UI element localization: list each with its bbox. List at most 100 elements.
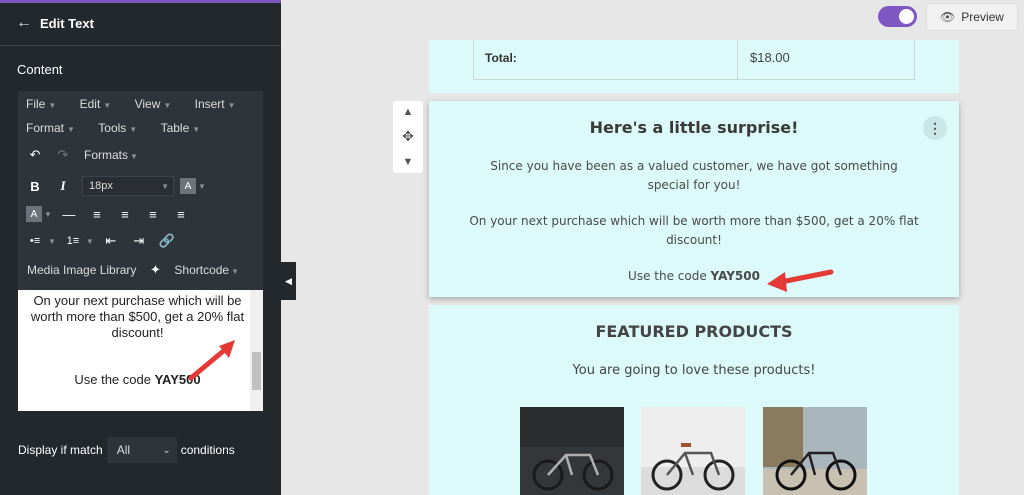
- font-size-select[interactable]: 18px ▼: [82, 176, 174, 196]
- italic-icon[interactable]: I: [52, 175, 74, 197]
- menu-table-label: Table: [160, 121, 190, 135]
- chevron-down-icon: ▼: [130, 152, 138, 161]
- menu-file[interactable]: File ▼: [26, 93, 66, 117]
- link-icon[interactable]: 🔗: [156, 230, 178, 252]
- menu-tools-label: Tools: [98, 121, 127, 135]
- chevron-down-icon: ▼: [163, 101, 172, 110]
- surprise-title: Here's a little surprise!: [589, 118, 799, 137]
- panel-title: Edit Text: [40, 15, 94, 31]
- menu-insert[interactable]: Insert ▼: [195, 93, 246, 117]
- align-justify-icon[interactable]: ≡: [170, 203, 192, 225]
- shortcode-dropdown[interactable]: Shortcode ▼: [174, 263, 239, 277]
- toolbar-row-align: A ▼ — ≡ ≡ ≡ ≡: [18, 201, 263, 227]
- chevron-down-icon: ▼: [161, 181, 169, 191]
- toggle-knob: [899, 9, 914, 24]
- drag-handle-icon[interactable]: ✥: [402, 128, 414, 145]
- chevron-down-icon: ▼: [103, 101, 112, 110]
- condition-select[interactable]: All ⌄: [106, 437, 177, 463]
- move-down-icon[interactable]: ▼: [403, 156, 414, 168]
- horizontal-rule-icon[interactable]: —: [58, 203, 80, 225]
- coupon-code-text: YAY500: [710, 269, 760, 283]
- indent-icon[interactable]: ⇥: [128, 230, 150, 252]
- media-library-button[interactable]: Media Image Library: [27, 263, 136, 277]
- chevron-down-icon: ⌄: [162, 444, 171, 456]
- align-right-icon[interactable]: ≡: [142, 203, 164, 225]
- surprise-text-block[interactable]: Here's a little surprise! ⋮ Since you ha…: [429, 101, 959, 297]
- eye-icon: 👁: [940, 10, 956, 24]
- chevron-down-icon: ▼: [192, 125, 201, 134]
- code-prefix-text: Use the code: [74, 372, 155, 387]
- condition-suffix: conditions: [180, 443, 235, 457]
- menu-tools[interactable]: Tools ▼: [98, 117, 147, 141]
- condition-value: All: [116, 443, 131, 457]
- featured-title: FEATURED PRODUCTS: [595, 322, 793, 341]
- shortcode-label: Shortcode: [174, 263, 230, 277]
- surprise-line-1: Since you have been as a valued customer…: [490, 159, 898, 192]
- fullscreen-icon[interactable]: ✦: [144, 259, 166, 281]
- chevron-down-icon: ▼: [227, 101, 236, 110]
- preview-toggle-switch[interactable]: [878, 6, 917, 27]
- menu-edit-label: Edit: [79, 97, 101, 111]
- total-table: Total: $18.00: [473, 40, 915, 80]
- display-condition: Display if match All ⌄ conditions: [18, 437, 235, 463]
- surprise-line-2: On your next purchase which will be wort…: [469, 214, 919, 247]
- bicycle-image: [520, 407, 624, 495]
- align-left-icon[interactable]: ≡: [86, 203, 108, 225]
- editor-paragraph: On your next purchase which will be wort…: [30, 293, 245, 340]
- toolbar-row-media: Media Image Library ✦ Shortcode ▼: [18, 257, 263, 283]
- collapse-panel-toggle[interactable]: ◀: [281, 262, 296, 300]
- redo-icon[interactable]: ↷: [52, 144, 74, 166]
- bicycle-image: [763, 407, 867, 495]
- back-arrow-icon[interactable]: ←: [16, 14, 32, 32]
- menu-insert-label: Insert: [194, 97, 225, 111]
- total-value: $18.00: [750, 50, 790, 65]
- move-up-icon[interactable]: ▲: [403, 106, 414, 118]
- text-color-icon[interactable]: A: [180, 178, 196, 194]
- preview-label: Preview: [961, 10, 1004, 24]
- preview-button[interactable]: 👁 Preview: [926, 3, 1018, 31]
- outdent-icon[interactable]: ⇤: [100, 230, 122, 252]
- formats-dropdown[interactable]: Formats ▼: [84, 148, 138, 162]
- menu-table[interactable]: Table ▼: [161, 117, 211, 141]
- chevron-down-icon[interactable]: ▼: [198, 182, 206, 191]
- menu-format[interactable]: Format ▼: [26, 117, 85, 141]
- undo-icon[interactable]: ↶: [24, 144, 46, 166]
- bullet-list-icon[interactable]: •≡: [24, 230, 46, 252]
- product-image-1[interactable]: [520, 407, 624, 495]
- caret-left-icon: ◀: [285, 275, 292, 286]
- product-image-2[interactable]: [641, 407, 745, 495]
- editor-sidebar: ← Edit Text Content File ▼ Edit ▼ View ▼ In…: [0, 0, 281, 495]
- bold-icon[interactable]: B: [24, 175, 46, 197]
- featured-products-block[interactable]: FEATURED PRODUCTS You are going to love …: [429, 305, 959, 495]
- code-prefix-text: Use the code: [628, 269, 711, 283]
- toolbar-row-history: ↶ ↷ Formats ▼: [18, 142, 263, 168]
- numbered-list-icon[interactable]: 1≡: [62, 230, 84, 252]
- menu-view[interactable]: View ▼: [135, 93, 182, 117]
- align-center-icon[interactable]: ≡: [114, 203, 136, 225]
- chevron-down-icon: ▼: [67, 125, 75, 134]
- chevron-down-icon: ▼: [129, 125, 138, 134]
- chevron-down-icon[interactable]: ▼: [48, 237, 56, 246]
- more-options-icon[interactable]: ⋮: [923, 116, 947, 140]
- menu-edit[interactable]: Edit ▼: [80, 93, 122, 117]
- annotation-arrow-email: [767, 269, 834, 292]
- toolbar-row-font: B I 18px ▼ A ▼: [18, 173, 263, 199]
- chevron-down-icon[interactable]: ▼: [44, 210, 52, 219]
- editor-scrollbar[interactable]: [250, 290, 263, 411]
- chevron-down-icon: ▼: [231, 267, 240, 276]
- chevron-down-icon[interactable]: ▼: [86, 237, 94, 246]
- menu-view-label: View: [134, 97, 161, 111]
- bicycle-image: [641, 407, 745, 495]
- featured-subtitle: You are going to love these products!: [572, 363, 816, 378]
- rich-text-editor: File ▼ Edit ▼ View ▼ Insert ▼ Format ▼ Tools ▼…: [18, 91, 263, 411]
- order-total-block[interactable]: Total: $18.00: [429, 40, 959, 93]
- toolbar-row-lists: •≡ ▼ 1≡ ▼ ⇤ ⇥ 🔗: [18, 228, 263, 254]
- condition-prefix: Display if match: [18, 443, 103, 457]
- menu-file-label: File: [26, 97, 46, 111]
- editor-menubar: File ▼ Edit ▼ View ▼ Insert ▼ Format ▼ Tools ▼…: [18, 91, 263, 141]
- scrollbar-thumb[interactable]: [252, 352, 261, 390]
- background-color-icon[interactable]: A: [26, 206, 42, 222]
- panel-header: ← Edit Text: [0, 3, 281, 43]
- product-image-3[interactable]: [763, 407, 867, 495]
- chevron-down-icon: ▼: [48, 101, 57, 110]
